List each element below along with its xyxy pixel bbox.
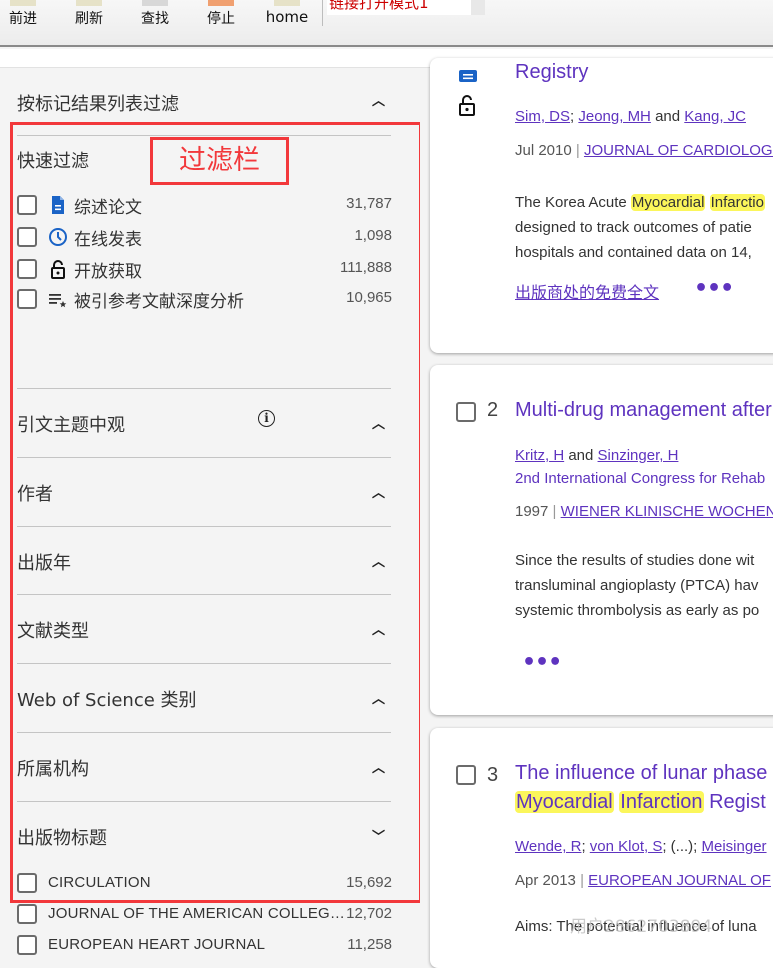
author-link[interactable]: Meisinger xyxy=(702,838,767,855)
date-journal-line: 1997 | WIENER KLINISCHE WOCHENSCHRIFT xyxy=(515,503,773,520)
section-document-types[interactable]: 文献类型 ︿ xyxy=(17,617,391,643)
unlock-icon xyxy=(459,95,475,116)
section-wos-categories[interactable]: Web of Science 类别 ︿ xyxy=(17,686,391,712)
divider xyxy=(17,457,391,458)
authors-line: Wende, R; von Klot, S; (...); Meisinger xyxy=(515,838,767,855)
link-mode-select[interactable]: 链接打开模式1 xyxy=(327,0,485,15)
clock-icon xyxy=(49,228,67,246)
section-citation-topics-meso[interactable]: 引文主题中观 ︿ xyxy=(17,411,391,437)
author-link[interactable]: von Klot, S xyxy=(590,838,663,855)
find-icon xyxy=(142,0,168,6)
section-publication-titles[interactable]: 出版物标题 ﹀ xyxy=(17,824,391,850)
author-link[interactable]: Kritz, H xyxy=(515,447,564,464)
dropdown-arrow[interactable] xyxy=(471,0,485,15)
quick-filter-open-access[interactable]: 开放获取 111,888 xyxy=(17,257,392,282)
results-list: Registry Sim, DS; Jeong, MH and Kang, JC… xyxy=(420,58,773,968)
info-icon[interactable]: i xyxy=(258,410,275,427)
publication-filter-item[interactable]: JOURNAL OF THE AMERICAN COLLEG… 12,702 xyxy=(17,902,392,926)
free-fulltext-link[interactable]: 出版商处的免费全文 xyxy=(515,279,659,303)
stop-button[interactable]: 停止 xyxy=(200,0,242,40)
chevron-up-icon[interactable]: ︿ xyxy=(372,482,385,501)
chevron-up-icon[interactable]: ︿ xyxy=(372,688,385,707)
section-authors[interactable]: 作者 ︿ xyxy=(17,480,391,506)
unlock-icon xyxy=(51,260,65,279)
checkbox[interactable] xyxy=(17,259,37,279)
chevron-up-icon[interactable]: ︿ xyxy=(372,551,385,570)
result-title[interactable]: Multi-drug management after xyxy=(515,396,772,425)
document-icon xyxy=(52,196,64,214)
checkbox[interactable] xyxy=(17,227,37,247)
divider xyxy=(17,594,391,595)
checkbox[interactable] xyxy=(456,765,476,785)
marked-list-filter-header[interactable]: 按标记结果列表过滤 ︿ xyxy=(17,90,391,116)
divider xyxy=(17,135,391,136)
home-button[interactable]: home xyxy=(262,0,312,40)
checkbox[interactable] xyxy=(17,195,37,215)
forward-icon xyxy=(10,0,36,6)
authors-line: Sim, DS; Jeong, MH and Kang, JC xyxy=(515,108,746,125)
result-number: 3 xyxy=(487,764,499,786)
date-journal-line: Jul 2010 | JOURNAL OF CARDIOLOGY xyxy=(515,142,773,159)
more-options-button[interactable]: ••• xyxy=(694,276,734,301)
divider xyxy=(17,801,391,802)
author-link[interactable]: Kang, JC xyxy=(684,108,746,125)
publication-filter-item[interactable]: CIRCULATION 15,692 xyxy=(17,871,392,895)
quick-filter-enriched-refs[interactable]: 被引参考文献深度分析 10,965 xyxy=(17,287,392,312)
section-publication-year[interactable]: 出版年 ︿ xyxy=(17,549,391,575)
chevron-up-icon[interactable]: ︿ xyxy=(372,90,385,109)
forward-button[interactable]: 前进 xyxy=(2,0,44,40)
checkbox[interactable] xyxy=(17,904,37,924)
checkbox[interactable] xyxy=(17,935,37,955)
journal-link[interactable]: EUROPEAN JOURNAL OF xyxy=(588,872,771,889)
abstract: The Korea Acute Myocardial Infarctio des… xyxy=(515,194,765,261)
home-icon xyxy=(274,0,300,6)
chevron-up-icon[interactable]: ︿ xyxy=(372,619,385,638)
conference-name: 2nd International Congress for Rehab xyxy=(515,470,766,487)
chevron-up-icon[interactable]: ︿ xyxy=(372,413,385,432)
authors-line: Kritz, H and Sinzinger, H xyxy=(515,447,679,464)
watermark: 用户2862703894 xyxy=(570,917,713,937)
result-title[interactable]: The influence of lunar phase Myocardial … xyxy=(515,759,767,817)
quick-filter-early-access[interactable]: 在线发表 1,098 xyxy=(17,225,392,250)
stop-icon xyxy=(208,0,234,6)
author-link[interactable]: Wende, R xyxy=(515,838,581,855)
publication-filter-item[interactable]: EUROPEAN HEART JOURNAL 11,258 xyxy=(17,933,392,957)
quick-filter-review[interactable]: 综述论文 31,787 xyxy=(17,193,392,218)
divider xyxy=(17,663,391,664)
checkbox[interactable] xyxy=(456,402,476,422)
annotation-label: 过滤栏 xyxy=(150,137,289,185)
toolbar-separator xyxy=(322,0,323,26)
refresh-button[interactable]: 刷新 xyxy=(68,0,110,40)
author-link[interactable]: Jeong, MH xyxy=(578,108,651,125)
result-title[interactable]: Registry xyxy=(515,58,588,87)
refresh-icon xyxy=(76,0,102,6)
date-journal-line: Apr 2013 | EUROPEAN JOURNAL OF xyxy=(515,872,771,889)
divider xyxy=(17,388,391,389)
browser-toolbar: 前进 刷新 查找 停止 home 链接打开模式1 xyxy=(0,0,773,47)
checkbox[interactable] xyxy=(17,289,37,309)
section-affiliations[interactable]: 所属机构 ︿ xyxy=(17,755,391,781)
document-icon xyxy=(459,70,477,82)
chevron-up-icon[interactable]: ︿ xyxy=(372,757,385,776)
result-card: Registry Sim, DS; Jeong, MH and Kang, JC… xyxy=(430,58,773,353)
more-options-button[interactable]: ••• xyxy=(522,650,562,675)
checkbox[interactable] xyxy=(17,873,37,893)
journal-link[interactable]: JOURNAL OF CARDIOLOGY xyxy=(584,142,773,159)
result-card: 2 Multi-drug management after Kritz, H a… xyxy=(430,365,773,715)
result-number: 2 xyxy=(487,399,499,421)
chevron-down-icon[interactable]: ﹀ xyxy=(372,826,385,845)
author-link[interactable]: Sim, DS xyxy=(515,108,570,125)
journal-link[interactable]: WIENER KLINISCHE WOCHENSCHRIFT xyxy=(561,503,773,520)
list-star-icon xyxy=(49,294,67,308)
author-link[interactable]: Sinzinger, H xyxy=(598,447,679,464)
divider xyxy=(17,526,391,527)
divider xyxy=(17,732,391,733)
find-button[interactable]: 查找 xyxy=(134,0,176,40)
abstract: Since the results of studies done wit tr… xyxy=(515,552,760,619)
